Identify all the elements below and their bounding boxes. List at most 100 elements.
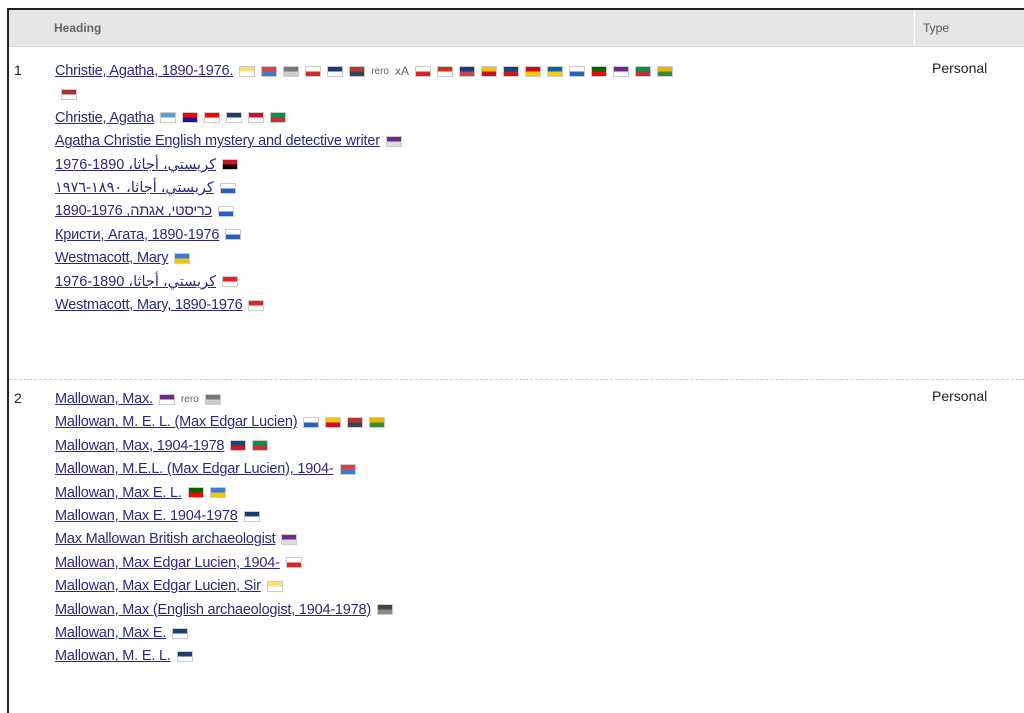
getty-flag-icon[interactable]	[377, 604, 394, 616]
lb-flag-icon[interactable]	[222, 276, 238, 288]
heading-link[interactable]: Mallowan, Max Edgar Lucien, Sir	[55, 578, 261, 594]
jp-flag-icon[interactable]	[305, 65, 322, 77]
heading-variant: Mallowan, M. E. L. (Max Edgar Lucien)	[55, 411, 391, 433]
ar-flag-icon[interactable]	[369, 416, 386, 428]
il-flag-icon[interactable]	[217, 205, 234, 217]
heading-variant: Mallowan, Max, 1904-1978	[55, 435, 274, 457]
heading-variant: كريستي، أجاثا، ١٨٩٠-١٩٧٦	[55, 177, 242, 199]
xa-icon[interactable]: xA	[395, 64, 409, 78]
rero-icon[interactable]: rero	[371, 66, 389, 77]
dnb-flag-icon[interactable]	[327, 65, 344, 77]
source-icons	[61, 88, 83, 100]
dk-flag-icon[interactable]	[248, 112, 265, 124]
it-flag-icon[interactable]	[252, 440, 269, 452]
it-flag-icon[interactable]	[270, 112, 287, 124]
type-column-header[interactable]: Type	[914, 10, 949, 46]
heading-variant: Mallowan, Max E. 1904-1978	[55, 505, 266, 527]
nl-flag-icon[interactable]	[204, 393, 221, 405]
heading-link[interactable]: كريستي، أجاثا، 1890-1976	[55, 274, 216, 290]
be-flag-icon[interactable]	[266, 580, 283, 592]
heading-variant: Mallowan, Max (English archaeologist, 19…	[55, 599, 399, 621]
heading-link[interactable]: כריסטי, אגתה, 1890-1976	[55, 203, 212, 219]
table-row: 1 Personal Christie, Agatha, 1890-1976. rer…	[9, 48, 1024, 379]
ct-flag-icon[interactable]	[481, 65, 498, 77]
nu-flag-icon[interactable]	[158, 393, 175, 405]
bav-flag-icon[interactable]	[174, 252, 191, 264]
heading-link[interactable]: Agatha Christie English mystery and dete…	[55, 133, 380, 149]
pt-flag-icon[interactable]	[591, 65, 608, 77]
heading-link[interactable]: Mallowan, M. E. L. (Max Edgar Lucien)	[55, 414, 298, 430]
heading-link[interactable]: Mallowan, Max (English archaeologist, 19…	[55, 602, 371, 618]
heading-link[interactable]: كريستي، أجاثا، ١٨٩٠-١٩٧٦	[55, 180, 214, 196]
source-icons	[217, 205, 240, 217]
bav-flag-icon[interactable]	[209, 487, 226, 499]
ct-flag-icon[interactable]	[325, 416, 342, 428]
source-icons	[160, 112, 292, 124]
pl-flag-icon[interactable]	[415, 65, 432, 77]
fr-flag-icon[interactable]	[261, 65, 278, 77]
dnb-flag-icon[interactable]	[226, 112, 243, 124]
il-flag-icon[interactable]	[225, 229, 242, 241]
il-flag-icon[interactable]	[303, 416, 320, 428]
heading-link[interactable]: Westmacott, Mary, 1890-1976	[55, 297, 243, 313]
ca-flag-icon[interactable]	[437, 65, 454, 77]
source-icons	[243, 510, 266, 522]
jp-flag-icon[interactable]	[285, 557, 302, 569]
nucc-flag-icon[interactable]	[160, 112, 177, 124]
fr-flag-icon[interactable]	[339, 463, 356, 475]
rero-icon[interactable]: rero	[181, 394, 199, 405]
us-flag-icon[interactable]	[349, 65, 366, 77]
es-flag-icon[interactable]	[525, 65, 542, 77]
it-flag-icon[interactable]	[635, 65, 652, 77]
dnb-flag-icon[interactable]	[172, 627, 189, 639]
heading-link[interactable]: Mallowan, Max.	[55, 391, 153, 407]
heading-link[interactable]: Кристи, Агата, 1890-1976	[55, 227, 219, 243]
wiki-flag-icon[interactable]	[281, 533, 298, 545]
ca-flag-icon[interactable]	[248, 299, 265, 311]
nl-flag-icon[interactable]	[283, 65, 300, 77]
heading-link[interactable]: Max Mallowan British archaeologist	[55, 531, 276, 547]
heading-link[interactable]: Mallowan, Max Edgar Lucien, 1904-	[55, 555, 280, 571]
ch-flag-icon[interactable]	[204, 112, 221, 124]
lv-flag-icon[interactable]	[61, 88, 77, 100]
il-flag-icon[interactable]	[569, 65, 586, 77]
heading-link[interactable]: Christie, Agatha, 1890-1976.	[55, 63, 233, 79]
il-flag-icon[interactable]	[219, 182, 236, 194]
au-flag-icon[interactable]	[459, 65, 476, 77]
row-number: 1	[14, 62, 22, 78]
source-icons	[225, 229, 247, 241]
source-icons	[176, 650, 199, 662]
heading-link[interactable]: Mallowan, Max E.	[55, 625, 166, 641]
heading-link[interactable]: Mallowan, Max E. 1904-1978	[55, 508, 238, 524]
cz-flag-icon[interactable]	[503, 65, 520, 77]
source-icons: rero	[158, 393, 227, 405]
dnb-flag-icon[interactable]	[243, 510, 260, 522]
heading-link[interactable]: Christie, Agatha	[55, 110, 154, 126]
heading-link[interactable]: Mallowan, M.E.L. (Max Edgar Lucien), 190…	[55, 461, 334, 477]
wiki-flag-icon[interactable]	[385, 135, 402, 147]
be-flag-icon[interactable]	[239, 65, 256, 77]
heading-column-header[interactable]: Heading	[54, 21, 101, 35]
se-flag-icon[interactable]	[547, 65, 564, 77]
row-number: 2	[14, 390, 22, 406]
source-icons	[172, 627, 194, 639]
results-table: Heading Type 1 Personal Christie, Agatha, …	[7, 8, 1024, 713]
source-icons	[281, 533, 303, 545]
heading-link[interactable]: كريستي، أجاثا، 1890-1976	[55, 157, 216, 173]
heading-link[interactable]: Westmacott, Mary	[55, 250, 169, 266]
heading-link[interactable]: Mallowan, Max E. L.	[55, 485, 182, 501]
eg-flag-icon[interactable]	[222, 159, 238, 171]
heading-link[interactable]: Mallowan, M. E. L.	[55, 648, 171, 664]
cz-flag-icon[interactable]	[230, 440, 247, 452]
nu-flag-icon[interactable]	[613, 65, 630, 77]
us-flag-icon[interactable]	[347, 416, 364, 428]
source-icons	[339, 463, 362, 475]
hr-flag-icon[interactable]	[182, 112, 199, 124]
pt-flag-icon[interactable]	[187, 487, 204, 499]
dnb-flag-icon[interactable]	[176, 650, 193, 662]
source-icons	[219, 182, 242, 194]
source-icons	[174, 252, 196, 264]
heading-variant: Кристи, Агата, 1890-1976	[55, 224, 247, 246]
heading-link[interactable]: Mallowan, Max, 1904-1978	[55, 438, 225, 454]
ar-flag-icon[interactable]	[657, 65, 674, 77]
